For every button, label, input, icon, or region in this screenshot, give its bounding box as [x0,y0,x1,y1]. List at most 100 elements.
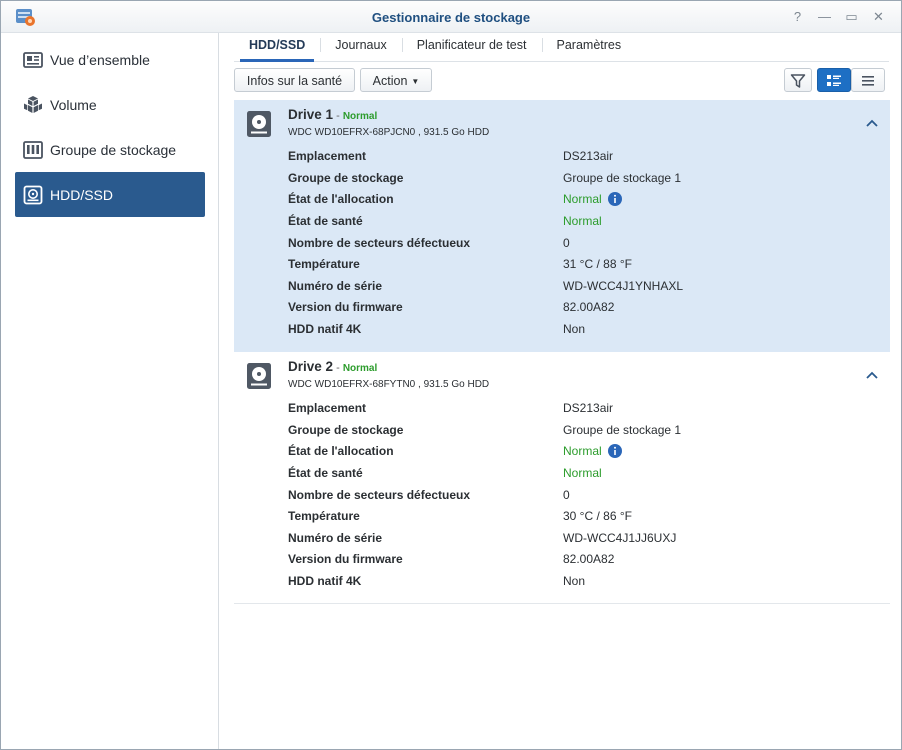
overview-icon [23,51,43,68]
property-row: HDD natif 4K Non [288,319,585,339]
sidebar-item-label: Vue d’ensemble [50,51,150,68]
drive-status: Normal [342,363,378,374]
drive-name: Drive 2 [288,359,334,374]
list-divider [234,603,890,604]
property-label: Numéro de série [288,278,383,293]
property-value: Groupe de stockage 1 [563,170,682,185]
property-row: Nombre de secteurs défectueux 0 [288,233,570,253]
property-label: Groupe de stockage [288,170,404,185]
property-label: Emplacement [288,149,367,163]
property-label: État de l'allocation [288,192,394,206]
sidebar-item-overview[interactable]: Vue d’ensemble [15,37,205,82]
property-label: État de santé [288,466,363,480]
main-panel: HDD/SSD Journaux Planificateur de test P… [219,33,901,749]
drive-card[interactable]: Drive 2 - Normal WDC WD10EFRX-68FYTN0 , … [234,352,890,603]
health-info-button[interactable]: Infos sur la santé [234,68,355,92]
property-label: Groupe de stockage [288,422,404,437]
property-row: Température 31 °C / 88 °F [288,254,632,274]
collapse-chevron-up-icon[interactable] [864,367,880,383]
minimize-icon[interactable]: — [812,8,837,26]
property-row: État de l'allocation Normal [288,189,622,209]
property-value: WD-WCC4J1YNHAXL [563,278,684,293]
property-value: Normal [563,214,602,228]
sidebar-item-label: HDD/SSD [50,186,114,203]
sidebar-item-storage-pool[interactable]: Groupe de stockage [15,127,205,172]
drive-separator: - [333,362,343,374]
help-icon[interactable]: ? [785,8,810,26]
action-dropdown-button[interactable]: Action ▼ [360,68,432,92]
property-label: Température [288,257,360,271]
compact-list-icon [862,76,874,86]
action-label: Action [372,74,408,88]
property-row: Version du firmware 82.00A82 [288,297,614,317]
title-bar: Gestionnaire de stockage ? — ▭ ✕ [1,1,901,33]
property-row: État de l'allocation Normal [288,441,622,461]
property-label: Nombre de secteurs défectueux [288,235,471,250]
sidebar-item-hdd-ssd[interactable]: HDD/SSD [15,172,205,217]
chevron-down-icon: ▼ [411,77,420,86]
drive-model: WDC WD10EFRX-68PJCN0 , 931.5 Go HDD [288,127,490,138]
window-title: Gestionnaire de stockage [371,10,531,25]
info-icon[interactable] [607,444,622,458]
property-row: État de santé Normal [288,211,602,231]
hdd-icon [247,111,271,137]
property-value: Normal [563,444,622,458]
compact-view-button[interactable] [851,68,885,92]
property-row: HDD natif 4K Non [288,571,585,591]
hdd-icon [23,185,43,204]
property-value: Non [563,573,586,588]
detail-list-icon [827,75,841,86]
property-label: Version du firmware [288,552,403,566]
property-value: 31 °C / 88 °F [563,257,632,271]
allocation-status: Normal [563,444,602,458]
collapse-chevron-up-icon[interactable] [864,115,880,131]
property-row: Version du firmware 82.00A82 [288,549,614,569]
sidebar-item-label: Volume [50,96,97,113]
close-icon[interactable]: ✕ [866,8,891,26]
sidebar: Vue d’ensemble Volume Groupe de stockage [1,33,219,749]
property-row: Groupe de stockage Groupe de stockage 1 [288,420,681,440]
property-value: DS213air [563,401,614,415]
tab-bar: HDD/SSD Journaux Planificateur de test P… [234,33,889,62]
property-value: Groupe de stockage 1 [563,422,682,437]
property-value: 0 [563,487,570,502]
filter-button[interactable] [784,68,812,92]
property-label: Nombre de secteurs défectueux [288,487,471,502]
hdd-icon [247,363,271,389]
storage-pool-icon [23,140,43,159]
property-label: Version du firmware [288,300,403,314]
property-row: Température 30 °C / 86 °F [288,506,632,526]
property-row: Numéro de série WD-WCC4J1JJ6UXJ [288,528,676,548]
volume-cubes-icon [24,95,42,113]
tab-hdd-ssd[interactable]: HDD/SSD [234,33,320,62]
tab-test-scheduler[interactable]: Planificateur de test [401,33,542,61]
drive-name: Drive 1 [288,107,334,122]
property-label: HDD natif 4K [288,573,362,588]
property-row: Numéro de série WD-WCC4J1YNHAXL [288,276,683,296]
tab-logs[interactable]: Journaux [320,33,401,61]
property-row: Nombre de secteurs défectueux 0 [288,485,570,505]
info-icon[interactable] [607,192,622,206]
property-label: Température [288,509,360,523]
property-label: État de l'allocation [288,444,394,458]
drive-separator: - [333,110,343,122]
filter-icon [790,74,806,88]
drive-header: Drive 1 - Normal [288,107,377,122]
tab-settings[interactable]: Paramètres [541,33,637,61]
maximize-icon[interactable]: ▭ [839,8,864,26]
property-value: 82.00A82 [563,300,615,314]
property-label: HDD natif 4K [288,321,362,336]
property-value: Normal [563,466,602,480]
property-value: 82.00A82 [563,552,615,566]
drive-status: Normal [342,111,378,122]
property-value: DS213air [563,149,614,163]
property-value: 0 [563,235,570,250]
property-label: Numéro de série [288,530,383,545]
property-row: État de santé Normal [288,463,602,483]
property-label: État de santé [288,214,363,228]
detail-view-button[interactable] [817,68,851,92]
drive-header: Drive 2 - Normal [288,359,377,374]
drive-card[interactable]: Drive 1 - Normal WDC WD10EFRX-68PJCN0 , … [234,100,890,352]
property-value: Normal [563,192,622,206]
sidebar-item-volume[interactable]: Volume [15,82,205,127]
